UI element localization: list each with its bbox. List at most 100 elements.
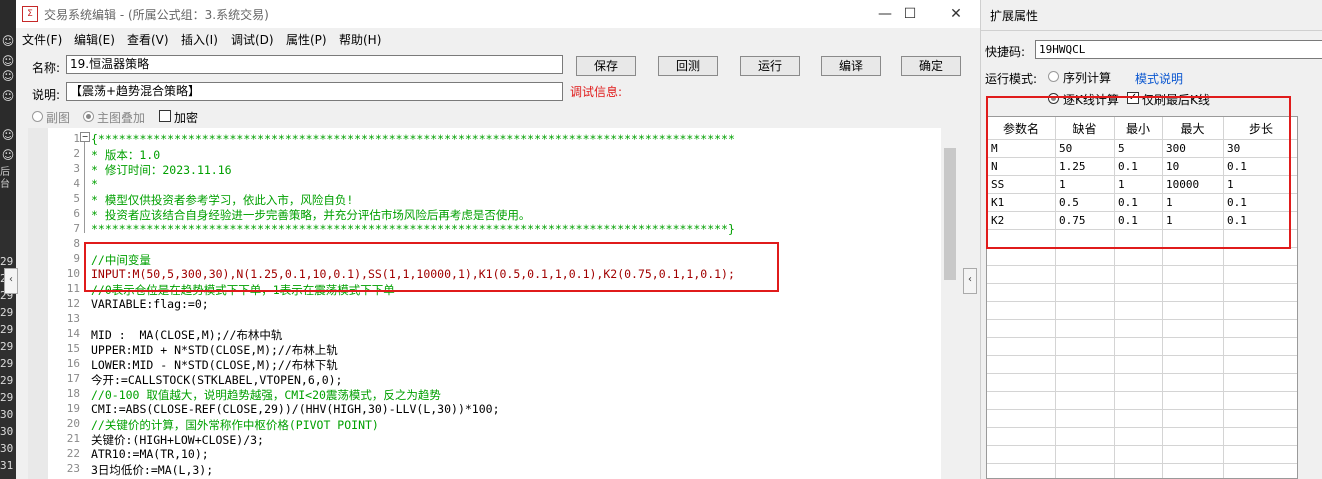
grid-row-line xyxy=(987,265,1297,266)
line-number: 1 xyxy=(73,132,80,145)
description-label: 说明: xyxy=(32,88,61,102)
menu-debug[interactable]: 调试(D) xyxy=(231,31,274,48)
strip-number: 29 xyxy=(0,323,14,336)
grid-row-line xyxy=(987,391,1297,392)
code-line: UPPER:MID + N*STD(CLOSE,M);//布林上轨 xyxy=(91,343,338,357)
line-number: 14 xyxy=(66,327,80,340)
line-number: 3 xyxy=(73,162,80,175)
smiley-icon: ☺ xyxy=(1,89,15,103)
fold-toggle-icon[interactable]: − xyxy=(80,132,90,142)
sub-chart-radio[interactable] xyxy=(32,111,43,122)
title-bar: Σ 交易系统编辑 - (所属公式组：3.系统交易) — ☐ ✕ xyxy=(16,0,980,28)
line-number: 11 xyxy=(66,282,80,295)
encrypt-checkbox[interactable] xyxy=(159,110,171,122)
smiley-icon: ☺ xyxy=(1,34,15,48)
strip-number: 29 xyxy=(0,391,14,404)
strip-number: 30 xyxy=(0,442,14,455)
line-number: 20 xyxy=(66,417,80,430)
backtest-button[interactable]: 回测 xyxy=(658,56,718,76)
shortcut-field[interactable]: 19HWQCL xyxy=(1035,40,1322,59)
highlight-box xyxy=(84,242,779,292)
shortcut-label: 快捷码: xyxy=(985,45,1026,59)
code-line: * 修订时间：2023.11.16 xyxy=(91,163,232,177)
line-number: 5 xyxy=(73,192,80,205)
line-number-gutter: 1 2 3 4 5 6 7 8 9 10 11 12 13 14 15 16 1… xyxy=(48,128,86,479)
grid-row-line xyxy=(987,283,1297,284)
scrollbar-thumb[interactable] xyxy=(944,148,956,280)
code-line: * 模型仅供投资者参考学习，依此入市，风险自负! xyxy=(91,193,354,207)
line-number: 17 xyxy=(66,372,80,385)
mode-sequence-label: 序列计算 xyxy=(1063,71,1112,85)
smiley-icon: ☺ xyxy=(1,54,15,68)
line-number: 10 xyxy=(66,267,80,280)
maximize-button[interactable]: ☐ xyxy=(887,0,933,28)
smiley-icon: ☺ xyxy=(1,69,15,83)
strip-number: 29 xyxy=(0,306,14,319)
mode-sequence-radio[interactable] xyxy=(1048,71,1059,82)
strip-label: 后台 xyxy=(0,167,10,190)
code-line: ATR10:=MA(TR,10); xyxy=(91,447,209,461)
panel-title: 扩展属性 xyxy=(990,9,1039,23)
compile-button[interactable]: 编译 xyxy=(821,56,881,76)
code-editor[interactable]: 1 2 3 4 5 6 7 8 9 10 11 12 13 14 15 16 1… xyxy=(48,128,941,479)
app-icon: Σ xyxy=(22,6,38,22)
code-line: LOWER:MID - N*STD(CLOSE,M);//布林下轨 xyxy=(91,358,338,372)
code-line: VARIABLE:flag:=0; xyxy=(91,297,209,311)
panel-divider xyxy=(981,30,1322,31)
mode-help-link[interactable]: 模式说明 xyxy=(1135,70,1183,87)
line-number: 9 xyxy=(73,252,80,265)
code-line: * 版本：1.0 xyxy=(91,148,161,162)
collapse-left-arrow-icon[interactable]: ‹ xyxy=(4,268,18,294)
name-label: 名称: xyxy=(32,61,61,75)
main-overlay-label: 主图叠加 xyxy=(97,111,146,125)
menu-file[interactable]: 文件(F) xyxy=(22,31,62,48)
menu-insert[interactable]: 插入(I) xyxy=(181,31,218,48)
line-number: 15 xyxy=(66,342,80,355)
line-number: 22 xyxy=(66,447,80,460)
grid-row-line xyxy=(987,319,1297,320)
name-field[interactable]: 19.恒温器策略 xyxy=(66,55,563,74)
fold-guide xyxy=(84,138,85,233)
left-background-strip: ☺ ☺ ☺ ☺ ☺ ☺ 后台 29 29 29 29 29 29 29 29 2… xyxy=(0,0,16,479)
line-number: 7 xyxy=(73,222,80,235)
strip-number: 31 xyxy=(0,459,14,472)
menu-help[interactable]: 帮助(H) xyxy=(339,31,381,48)
code-line: 今开:=CALLSTOCK(STKLABEL,VTOPEN,6,0); xyxy=(91,373,343,387)
grid-row-line xyxy=(987,463,1297,464)
code-line: * xyxy=(91,177,98,191)
collapse-right-arrow-icon[interactable]: ‹ xyxy=(963,268,977,294)
menu-properties[interactable]: 属性(P) xyxy=(286,31,327,48)
run-button[interactable]: 运行 xyxy=(740,56,800,76)
code-line: {***************************************… xyxy=(91,132,735,146)
code-line: ****************************************… xyxy=(91,222,735,236)
description-field[interactable]: 【震荡+趋势混合策略】 xyxy=(66,82,563,101)
grid-row-line xyxy=(987,373,1297,374)
line-number: 16 xyxy=(66,357,80,370)
code-line: 关键价:(HIGH+LOW+CLOSE)/3; xyxy=(91,433,264,447)
save-button[interactable]: 保存 xyxy=(576,56,636,76)
code-line: * 投资者应该结合自身经验进一步完善策略，并充分评估市场风险后再考虑是否使用。 xyxy=(91,208,531,222)
close-button[interactable]: ✕ xyxy=(933,0,979,28)
line-number: 13 xyxy=(66,312,80,325)
menu-edit[interactable]: 编辑(E) xyxy=(74,31,115,48)
grid-row-line xyxy=(987,427,1297,428)
debug-info-label: 调试信息: xyxy=(570,85,623,99)
main-overlay-radio[interactable] xyxy=(83,111,94,122)
line-number: 12 xyxy=(66,297,80,310)
code-line: MID : MA(CLOSE,M);//布林中轨 xyxy=(91,328,283,342)
grid-row-line xyxy=(987,355,1297,356)
confirm-button[interactable]: 确定 xyxy=(901,56,961,76)
strip-number: 30 xyxy=(0,425,14,438)
smiley-icon: ☺ xyxy=(1,148,15,162)
line-number: 4 xyxy=(73,177,80,190)
strip-number: 29 xyxy=(0,357,14,370)
strip-number: 29 xyxy=(0,374,14,387)
window-title: 交易系统编辑 - (所属公式组：3.系统交易) xyxy=(44,8,269,22)
line-number: 2 xyxy=(73,147,80,160)
menu-view[interactable]: 查看(V) xyxy=(127,31,169,48)
highlight-box xyxy=(986,96,1291,249)
smiley-icon: ☺ xyxy=(1,128,15,142)
code-line: CMI:=ABS(CLOSE-REF(CLOSE,29))/(HHV(HIGH,… xyxy=(91,402,500,416)
code-line: //关键价的计算，国外常称作中枢价格(PIVOT POINT) xyxy=(91,418,379,432)
line-number: 6 xyxy=(73,207,80,220)
